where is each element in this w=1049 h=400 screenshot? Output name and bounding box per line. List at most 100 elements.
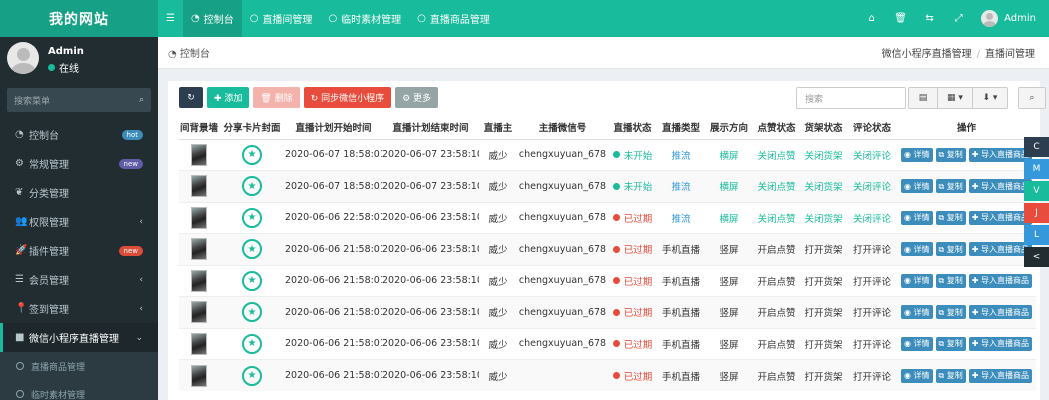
trash-icon[interactable]: 🗑	[886, 0, 915, 37]
share-cover-star-icon[interactable]: ★	[242, 207, 262, 228]
more-button[interactable]: ⚙ 更多	[395, 87, 439, 108]
columns-dropdown-icon[interactable]: ▦ ▾	[938, 87, 973, 109]
import-goods-button[interactable]: ✚ 导入直播商品	[968, 147, 1033, 162]
share-cover-star-icon[interactable]: ★	[242, 302, 262, 323]
import-goods-button[interactable]: ✚ 导入直播商品	[968, 368, 1033, 383]
background-thumbnail[interactable]	[191, 364, 207, 387]
background-thumbnail[interactable]	[191, 269, 207, 292]
sidebar-subitem[interactable]: 临时素材管理	[0, 380, 158, 400]
detail-button[interactable]: ◉ 详情	[900, 210, 933, 225]
brand-logo[interactable]: 我的网站	[0, 0, 158, 37]
copy-button[interactable]: ⧉ 复制	[935, 242, 966, 257]
sidebar-item[interactable]: ◔ 控制台 hot	[0, 120, 158, 149]
table-row[interactable]: ★ 2020-06-06 21:58:01 2020-06-06 23:58:10 威…	[179, 233, 1036, 265]
background-thumbnail[interactable]	[191, 238, 207, 261]
import-goods-button[interactable]: ✚ 导入直播商品	[968, 210, 1033, 225]
detail-button[interactable]: ◉ 详情	[900, 147, 933, 162]
table-row[interactable]: ★ 2020-06-06 21:58:01 2020-06-06 23:58:10 威…	[179, 264, 1036, 297]
column-header[interactable]: 货架状态	[800, 115, 847, 140]
column-header[interactable]: 直播计划结束时间	[382, 115, 479, 140]
share-cover-star-icon[interactable]: ★	[242, 144, 262, 165]
column-header[interactable]: 展示方向	[705, 115, 753, 140]
share-cover-star-icon[interactable]: ★	[242, 270, 262, 291]
table-row[interactable]: ★ 2020-06-06 21:58:01 2020-06-06 23:58:10 威…	[179, 296, 1036, 328]
import-goods-button[interactable]: ✚ 导入直播商品	[968, 336, 1033, 351]
detail-button[interactable]: ◉ 详情	[900, 305, 933, 320]
sidebar-item[interactable]: ❦ 分类管理	[0, 178, 158, 207]
import-goods-button[interactable]: ✚ 导入直播商品	[968, 305, 1033, 320]
column-header[interactable]: 直播状态	[608, 115, 657, 140]
table-row[interactable]: ★ 2020-06-07 18:58:01 2020-06-07 23:58:10 威…	[179, 138, 1036, 171]
breadcrumb-item[interactable]: 微信小程序直播管理	[882, 49, 972, 60]
sidebar-item[interactable]: 👥 权限管理 ‹	[0, 207, 158, 236]
export-dropdown-icon[interactable]: ⬇ ▾	[973, 87, 1008, 109]
skin-button[interactable]: C	[1024, 137, 1049, 157]
column-header[interactable]: 直播主	[479, 115, 517, 140]
column-header[interactable]: 点赞状态	[753, 115, 800, 140]
detail-button[interactable]: ◉ 详情	[900, 242, 933, 257]
background-thumbnail[interactable]	[191, 206, 207, 229]
copy-button[interactable]: ⧉ 复制	[935, 147, 966, 162]
import-goods-button[interactable]: ✚ 导入直播商品	[968, 179, 1033, 194]
fullscreen-icon[interactable]: ⤢	[944, 0, 973, 37]
skin-button[interactable]: <	[1024, 247, 1049, 267]
copy-button[interactable]: ⧉ 复制	[935, 179, 966, 194]
detail-button[interactable]: ◉ 详情	[900, 179, 933, 194]
top-nav-tab[interactable]: ◔ 控制台	[182, 0, 242, 37]
table-row[interactable]: ★ 2020-06-06 21:58:01 2020-06-06 23:58:10 威…	[179, 327, 1036, 360]
user-menu[interactable]: Admin	[973, 0, 1049, 37]
advanced-search-icon[interactable]: ⌕	[1018, 87, 1046, 109]
share-cover-star-icon[interactable]: ★	[242, 365, 262, 386]
skin-button[interactable]: L	[1024, 225, 1049, 245]
sidebar-item[interactable]: 📍 签到管理 ‹	[0, 294, 158, 323]
column-header[interactable]: 主播微信号	[517, 115, 608, 140]
menu-search-input[interactable]: 搜索菜单 ⌕	[7, 88, 151, 112]
table-row[interactable]: ★ 2020-06-07 18:58:01 2020-06-07 23:58:10 威…	[179, 170, 1036, 202]
detail-button[interactable]: ◉ 详情	[900, 273, 933, 288]
sidebar-item[interactable]: 🚀 插件管理 new	[0, 236, 158, 265]
language-icon[interactable]: ⇆	[915, 0, 944, 37]
detail-button[interactable]: ◉ 详情	[900, 368, 933, 383]
sync-wechat-button[interactable]: ↻ 同步微信小程序	[303, 87, 392, 108]
sidebar-toggle-button[interactable]: ☰	[158, 0, 183, 37]
column-header[interactable]: 直播类型	[657, 115, 705, 140]
search-icon[interactable]: ⌕	[139, 95, 144, 105]
skin-button[interactable]: M	[1024, 159, 1049, 179]
background-thumbnail[interactable]	[191, 143, 207, 166]
refresh-button[interactable]: ↻	[179, 87, 203, 108]
background-thumbnail[interactable]	[191, 175, 207, 198]
top-nav-tab[interactable]: ○ 临时素材管理	[320, 0, 409, 37]
import-goods-button[interactable]: ✚ 导入直播商品	[968, 242, 1033, 257]
sidebar-item[interactable]: ⚙ 常规管理 new	[0, 149, 158, 178]
skin-button[interactable]: J	[1024, 203, 1049, 223]
import-goods-button[interactable]: ✚ 导入直播商品	[968, 273, 1033, 288]
top-nav-tab[interactable]: ○ 直播间管理	[242, 0, 321, 37]
toggle-view-icon[interactable]: ▤	[908, 87, 938, 109]
top-nav-tab[interactable]: ○ 直播商品管理	[409, 0, 498, 37]
copy-button[interactable]: ⧉ 复制	[935, 305, 966, 320]
detail-button[interactable]: ◉ 详情	[900, 336, 933, 351]
background-thumbnail[interactable]	[191, 332, 207, 355]
column-header[interactable]: 分享卡片封面	[219, 115, 285, 140]
sidebar-item[interactable]: ■ 微信小程序直播管理 ⌄	[0, 323, 158, 352]
share-cover-star-icon[interactable]: ★	[242, 239, 262, 260]
copy-button[interactable]: ⧉ 复制	[935, 273, 966, 288]
copy-button[interactable]: ⧉ 复制	[935, 336, 966, 351]
share-cover-star-icon[interactable]: ★	[242, 333, 262, 354]
column-header[interactable]: 操作	[897, 115, 1036, 140]
column-header[interactable]: 直播计划开始时间	[285, 115, 382, 140]
skin-button[interactable]: V	[1024, 181, 1049, 201]
breadcrumb-home[interactable]: ◔ 控制台	[168, 45, 210, 60]
share-cover-star-icon[interactable]: ★	[242, 176, 262, 197]
add-button[interactable]: ✚ 添加	[207, 87, 250, 108]
sidebar-item[interactable]: ☰ 会员管理 ‹	[0, 265, 158, 294]
column-header[interactable]: 间背景墙	[179, 115, 219, 140]
search-input[interactable]: 搜索	[796, 87, 906, 109]
copy-button[interactable]: ⧉ 复制	[935, 210, 966, 225]
background-thumbnail[interactable]	[191, 301, 207, 324]
copy-button[interactable]: ⧉ 复制	[935, 368, 966, 383]
home-icon[interactable]: ⌂	[857, 0, 886, 37]
table-row[interactable]: ★ 2020-06-06 22:58:01 2020-06-06 23:58:10 威…	[179, 201, 1036, 234]
sidebar-subitem[interactable]: 直播商品管理	[0, 352, 158, 380]
delete-button[interactable]: 🗑 删除	[253, 87, 300, 108]
